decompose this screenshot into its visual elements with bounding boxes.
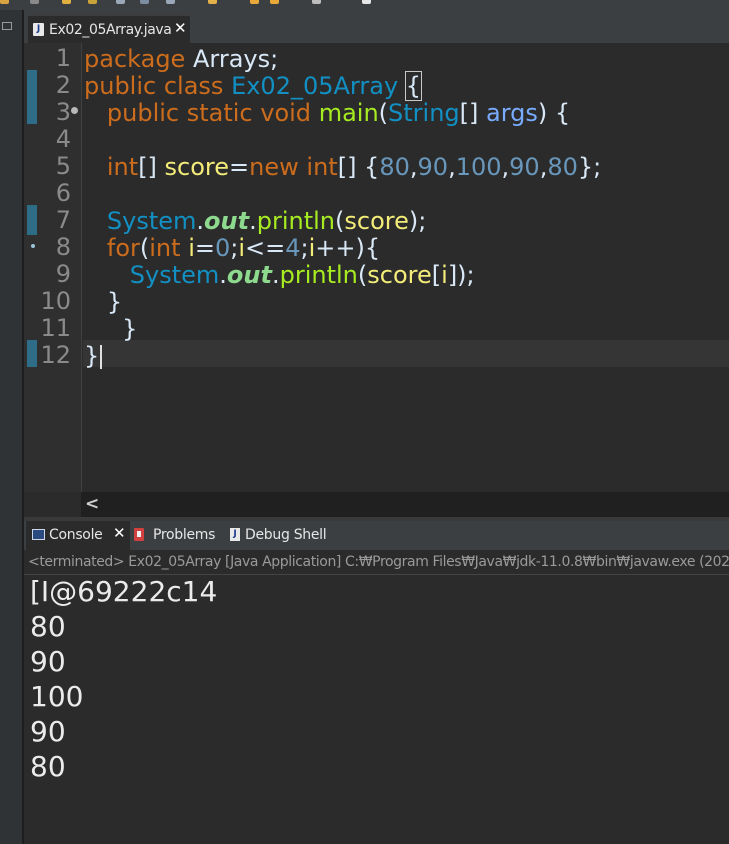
code-line-3: public static void main(String[] args) { (106, 99, 571, 127)
console-view-tab-bar: Console ✕ Problems J Debug Shell (24, 521, 729, 550)
toolbar-icon[interactable] (0, 0, 9, 4)
code-line-7: System.out.println(score); (106, 207, 427, 235)
line-number: 6 (55, 179, 71, 207)
line-number: 12 (40, 341, 71, 369)
line-number: 10 (40, 287, 71, 315)
line-number: 1 (55, 44, 71, 72)
console-output-line: 90 (30, 645, 66, 678)
line-number: 8 (55, 233, 71, 261)
scroll-left-arrow-icon[interactable]: < (85, 492, 99, 516)
main-toolbar (0, 0, 729, 10)
tab-problems[interactable]: Problems (134, 521, 226, 550)
code-line-8: for(int i=0;i<=4;i++){ (106, 234, 381, 262)
line-number: 9 (55, 260, 71, 288)
line-number: 4 (55, 125, 71, 153)
console-output[interactable]: [I@69222c14 80 90 100 90 80 (24, 575, 729, 844)
line-number: 11 (40, 314, 71, 342)
console-output-line: 80 (30, 610, 66, 643)
editor-tab-ex02-05array[interactable]: J Ex02_05Array.java ✕ (28, 14, 190, 43)
left-side-panel (0, 10, 24, 844)
tab-debug-shell[interactable]: J Debug Shell (230, 521, 340, 550)
console-output-line: [I@69222c14 (30, 575, 218, 608)
editor-tab-title: Ex02_05Array.java (49, 22, 172, 38)
code-editor[interactable]: 1 2 3 4 5 6 7 8 9 10 11 12 package Array… (24, 43, 729, 517)
tab-problems-label: Problems (153, 527, 216, 543)
editor-tab-bar: J Ex02_05Array.java ✕ (24, 10, 729, 43)
code-area[interactable]: package Arrays; public class Ex02_05Arra… (83, 43, 729, 492)
current-line-highlight (83, 340, 729, 367)
close-icon[interactable]: ✕ (113, 524, 126, 542)
console-output-line: 100 (30, 680, 84, 713)
change-marker-bar (27, 340, 37, 367)
toolbar-icon[interactable] (362, 0, 371, 4)
toolbar-icon[interactable] (116, 0, 125, 4)
toolbar-icon[interactable] (208, 0, 217, 4)
toolbar-icon[interactable] (250, 0, 259, 4)
code-line-5: int[] score=new int[] {80,90,100,90,80}; (106, 153, 602, 181)
override-marker-icon (71, 107, 78, 114)
console-output-line: 80 (30, 750, 66, 783)
console-icon (32, 529, 45, 540)
toolbar-icon[interactable] (270, 0, 279, 4)
restore-view-icon[interactable] (2, 22, 12, 30)
debug-shell-icon: J (230, 528, 240, 541)
change-marker-bar (27, 70, 37, 124)
tab-console-label: Console (49, 527, 103, 543)
line-number-gutter: 1 2 3 4 5 6 7 8 9 10 11 12 (24, 43, 82, 492)
line-number: 7 (55, 206, 71, 234)
toolbar-icon[interactable] (30, 0, 39, 4)
line-number: 5 (55, 152, 71, 180)
tab-debug-shell-label: Debug Shell (245, 527, 327, 543)
tab-console[interactable]: Console ✕ (26, 521, 130, 550)
toolbar-icon[interactable] (62, 0, 71, 4)
line-number: 2 (55, 71, 71, 99)
java-file-icon: J (33, 23, 44, 36)
problems-icon (134, 528, 144, 541)
console-process-description: <terminated> Ex02_05Array [Java Applicat… (28, 554, 729, 570)
matching-brace: { (404, 71, 423, 101)
toolbar-icon[interactable] (140, 0, 149, 4)
code-line-10: } (106, 288, 123, 316)
code-line-12: } (84, 342, 103, 370)
change-marker-bar (27, 205, 37, 235)
line-number: 3 (55, 98, 71, 126)
text-caret (100, 345, 103, 369)
code-line-1: package Arrays; (84, 45, 279, 73)
code-line-2: public class Ex02_05Array { (84, 71, 423, 101)
toolbar-icon[interactable] (88, 0, 97, 4)
code-line-9: System.out.println(score[i]); (129, 261, 475, 289)
toolbar-icon[interactable] (166, 0, 175, 4)
toolbar-icon[interactable] (312, 0, 321, 4)
breakpoint-hint-icon (31, 244, 35, 248)
close-icon[interactable]: ✕ (174, 19, 187, 37)
console-status-line: <terminated> Ex02_05Array [Java Applicat… (24, 550, 729, 575)
code-line-11: } (122, 315, 138, 343)
horizontal-scrollbar[interactable]: < (81, 492, 729, 517)
console-output-line: 90 (30, 715, 66, 748)
